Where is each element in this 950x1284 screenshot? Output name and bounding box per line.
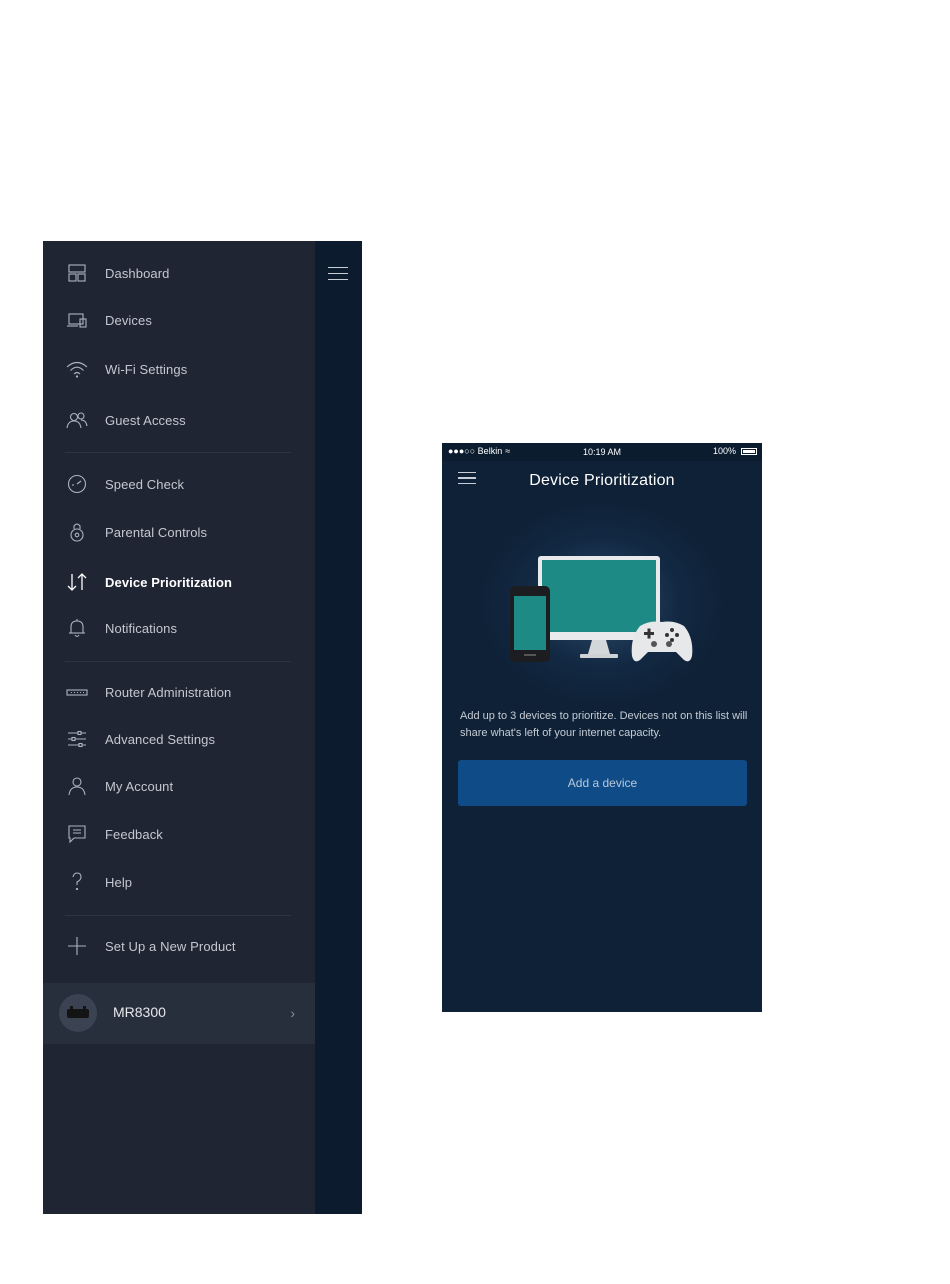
page-title: Device Prioritization	[529, 472, 675, 489]
menu-item-notifications[interactable]: Notifications	[43, 608, 315, 648]
menu-item-my-account[interactable]: My Account	[43, 766, 315, 806]
menu-item-dashboard[interactable]: Dashboard	[43, 253, 315, 293]
dashboard-icon	[65, 261, 89, 285]
menu-item-guest-access[interactable]: Guest Access	[43, 400, 315, 440]
bell-icon	[65, 616, 89, 640]
router-avatar	[59, 994, 97, 1032]
plus-icon	[65, 934, 89, 958]
user-icon	[65, 774, 89, 798]
speedometer-icon	[65, 472, 89, 496]
menu-item-label: Set Up a New Product	[105, 938, 236, 954]
menu-item-speed-check[interactable]: Speed Check	[43, 464, 315, 504]
menu-side-strip	[315, 241, 362, 1214]
menu-item-label: My Account	[105, 778, 174, 794]
product-name: MR8300	[113, 1004, 166, 1020]
devices-illustration	[510, 556, 693, 662]
menu-item-label: Feedback	[105, 826, 163, 842]
menu-item-parental-controls[interactable]: Parental Controls	[43, 512, 315, 552]
guest-icon	[65, 408, 89, 432]
status-bar: ●●●○○ Belkin ≈ 10:19 AM 100%	[442, 443, 762, 461]
navigation-menu-panel: Dashboard Devices Wi-Fi Settings Guest A…	[43, 241, 362, 1214]
sliders-icon	[65, 727, 89, 751]
product-selector[interactable]: MR8300 ›	[43, 983, 315, 1044]
menu-item-label: Dashboard	[105, 265, 170, 281]
add-device-button[interactable]: Add a device	[458, 760, 747, 806]
lock-icon	[65, 520, 89, 544]
menu-item-feedback[interactable]: Feedback	[43, 814, 315, 854]
battery-percent: 100%	[712, 446, 736, 456]
menu-item-label: Device Prioritization	[105, 574, 233, 590]
menu-item-label: Router Administration	[105, 684, 232, 700]
menu-divider	[65, 452, 291, 453]
battery-icon	[741, 448, 757, 455]
menu-item-label: Advanced Settings	[105, 731, 216, 747]
menu-item-label: Notifications	[105, 620, 178, 636]
wifi-icon	[65, 357, 89, 381]
menu-item-devices[interactable]: Devices	[43, 300, 315, 340]
menu-item-help[interactable]: Help	[43, 862, 315, 902]
hamburger-menu-icon[interactable]	[328, 267, 348, 281]
menu-item-label: Parental Controls	[105, 524, 208, 540]
menu-item-label: Guest Access	[105, 412, 186, 428]
device-prioritization-screen: ●●●○○ Belkin ≈ 10:19 AM 100% Device Prior…	[442, 443, 762, 1012]
menu-item-advanced-settings[interactable]: Advanced Settings	[43, 719, 315, 759]
chat-icon	[65, 822, 89, 846]
question-icon	[65, 870, 89, 894]
prioritization-description: Add up to 3 devices to prioritize. Devic…	[460, 710, 748, 739]
menu-item-label: Devices	[105, 312, 152, 328]
menu-item-label: Speed Check	[105, 476, 185, 492]
menu-item-label: Help	[105, 874, 133, 890]
chevron-right-icon: ›	[290, 1005, 295, 1021]
devices-icon	[65, 308, 89, 332]
up-down-arrows-icon	[65, 570, 89, 594]
menu-divider	[65, 661, 291, 662]
menu-item-router-administration[interactable]: Router Administration	[43, 672, 315, 712]
router-icon	[65, 680, 89, 704]
menu-divider	[65, 915, 291, 916]
menu-item-label: Wi-Fi Settings	[105, 361, 188, 377]
menu-item-set-up-new-product[interactable]: Set Up a New Product	[43, 926, 315, 966]
menu-item-wifi-settings[interactable]: Wi-Fi Settings	[43, 349, 315, 389]
menu-item-device-prioritization[interactable]: Device Prioritization	[43, 562, 315, 602]
